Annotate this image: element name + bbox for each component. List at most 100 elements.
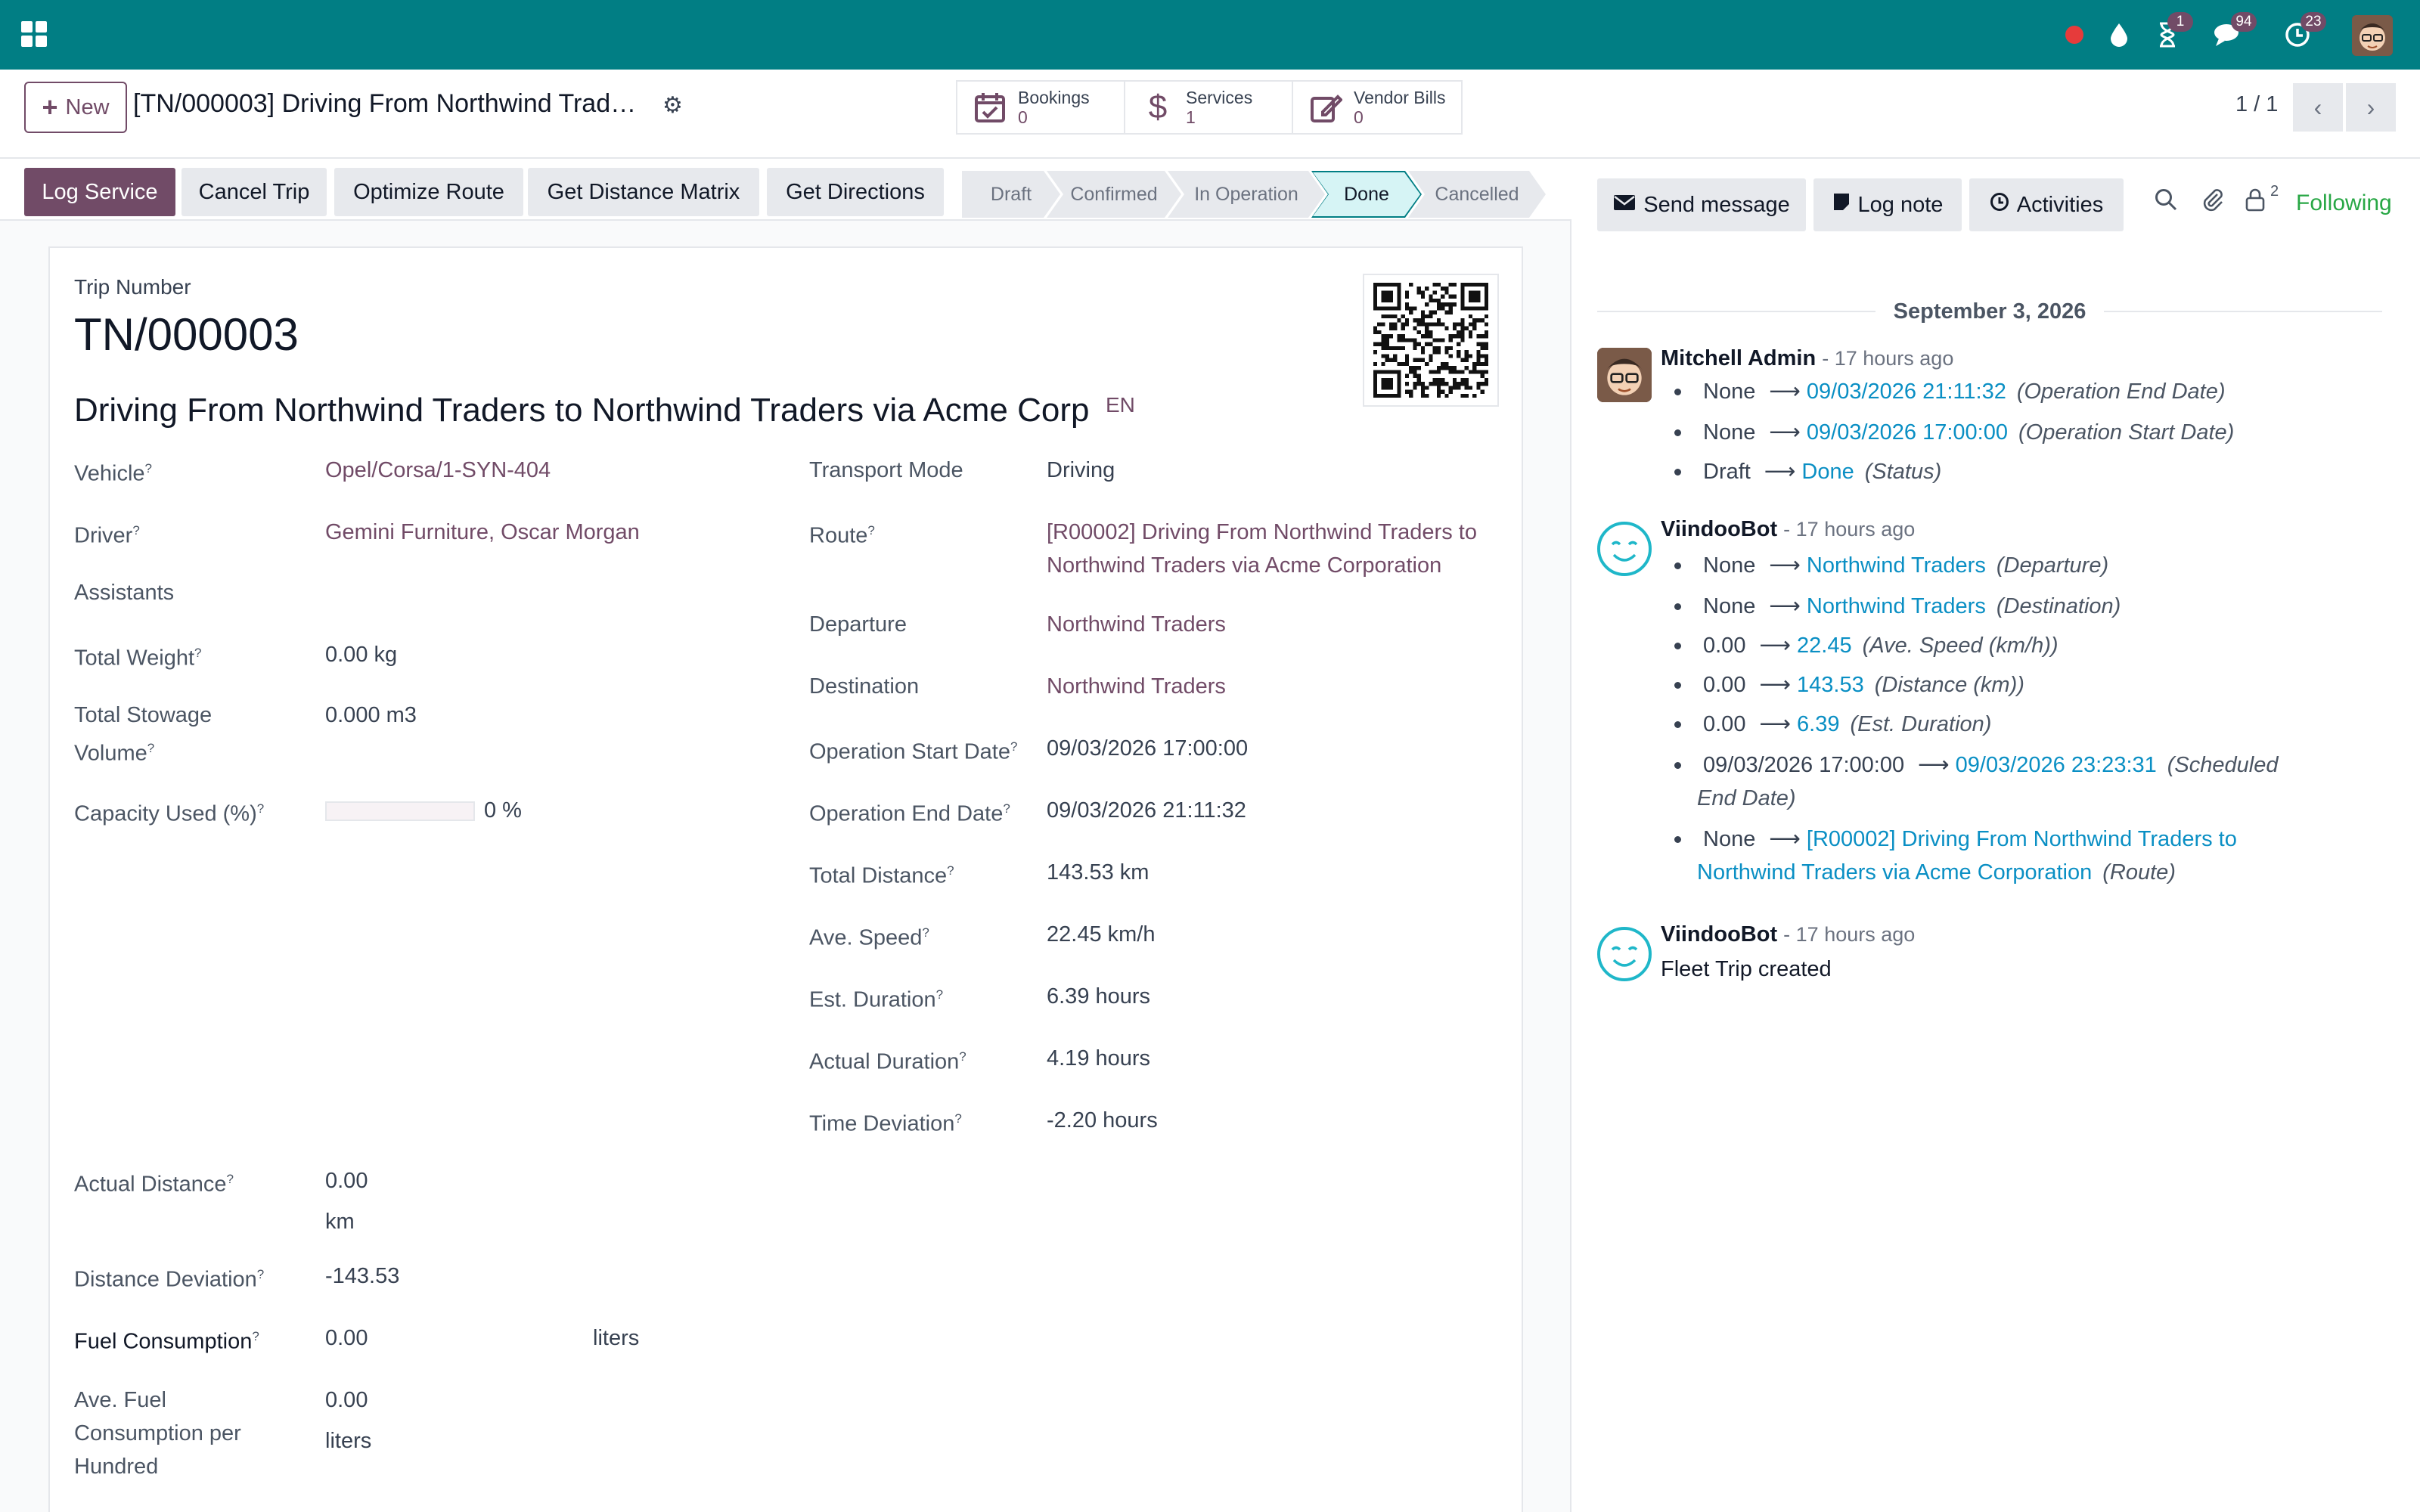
stage-draft[interactable]: Draft — [962, 171, 1060, 218]
route-field[interactable]: [R00002] Driving From Northwind Traders … — [1047, 516, 1477, 582]
bookings-count: 0 — [1018, 107, 1028, 127]
date-separator-label: September 3, 2026 — [1893, 299, 2086, 324]
driver-field[interactable]: Gemini Furniture, Oscar Morgan — [325, 516, 640, 549]
activities-label: Activities — [2016, 192, 2104, 217]
stage-in-operation[interactable]: In Operation — [1168, 171, 1325, 218]
operation-start-date-field[interactable]: 09/03/2026 17:00:00 — [1047, 732, 1248, 765]
activity-badge: 1 — [2167, 12, 2193, 32]
mitchell-admin-avatar[interactable] — [1597, 348, 1652, 402]
drop-icon[interactable] — [2104, 18, 2134, 51]
pager-previous-button[interactable]: ‹ — [2293, 83, 2343, 132]
smart-buttons: Bookings 0 $ Services 1 Vendor Bills 0 — [956, 80, 1463, 135]
total-stowage-field[interactable]: 0.000 m3 — [325, 699, 417, 732]
form-sheet: Trip Number TN/000003 Driving From North… — [48, 246, 1523, 1512]
fuel-consumption-field[interactable]: 0.00 — [325, 1321, 368, 1355]
cancel-trip-button[interactable]: Cancel Trip — [182, 168, 327, 216]
transport-mode-field[interactable]: Driving — [1047, 454, 1115, 487]
clock-icon — [1990, 192, 2009, 218]
statusbar: Log Service Cancel Trip Optimize Route G… — [0, 160, 1571, 221]
record-dot-icon[interactable] — [2063, 18, 2086, 51]
bookings-smart-button[interactable]: Bookings 0 — [957, 82, 1125, 133]
following-button[interactable]: Following — [2296, 191, 2392, 216]
operation-end-date-label: Operation End Date? — [809, 801, 1010, 826]
new-button[interactable]: + New — [24, 82, 127, 133]
trip-number[interactable]: TN/000003 — [74, 308, 299, 361]
actual-distance-label: Actual Distance? — [74, 1172, 234, 1197]
optimize-route-button[interactable]: Optimize Route — [334, 168, 523, 216]
get-distance-matrix-button[interactable]: Get Distance Matrix — [528, 168, 759, 216]
assistants-label: Assistants — [74, 581, 175, 605]
stage-cancelled[interactable]: Cancelled — [1408, 171, 1546, 218]
est-duration-label: Est. Duration? — [809, 987, 944, 1012]
total-distance-label: Total Distance? — [809, 863, 954, 888]
destination-label: Destination — [809, 674, 920, 699]
avg-fuel-consumption-label: Ave. Fuel Consumption per Hundred — [74, 1388, 241, 1479]
updates-clock-icon[interactable]: 23 — [2281, 12, 2326, 51]
log-note-button[interactable]: Log note — [1813, 178, 1962, 231]
total-distance-field: 143.53 km — [1047, 860, 1150, 885]
tracking-value-row: None ⟶ Northwind Traders (Destination) — [1674, 590, 2121, 623]
activity-hourglass-icon[interactable]: 1 — [2151, 12, 2193, 51]
get-directions-button[interactable]: Get Directions — [767, 168, 944, 216]
bookings-label: Bookings — [1018, 88, 1090, 107]
log-service-button[interactable]: Log Service — [24, 168, 175, 216]
avg-speed-label: Ave. Speed? — [809, 925, 929, 950]
gear-icon[interactable]: ⚙ — [662, 92, 683, 119]
vendor-bills-smart-button[interactable]: Vendor Bills 0 — [1293, 82, 1461, 133]
tracking-value-row: None ⟶ [R00002] Driving From Northwind Tra… — [1674, 823, 2237, 856]
search-icon[interactable] — [2154, 187, 2178, 218]
message-body: Fleet Trip created — [1661, 957, 1832, 981]
tracking-value-row: 0.00 ⟶ 143.53 (Distance (km)) — [1674, 668, 2024, 702]
stage-done[interactable]: Done — [1311, 171, 1422, 218]
send-message-label: Send message — [1643, 192, 1790, 217]
send-message-button[interactable]: Send message — [1597, 178, 1806, 231]
assistants-field[interactable] — [325, 576, 552, 609]
vendor-bills-count: 0 — [1354, 107, 1364, 127]
followers-count: 2 — [2270, 183, 2279, 200]
messages-badge: 94 — [2231, 12, 2257, 32]
activities-button[interactable]: Activities — [1969, 178, 2124, 231]
capacity-used-label: Capacity Used (%)? — [74, 801, 265, 826]
user-avatar[interactable] — [2352, 15, 2393, 56]
paperclip-icon[interactable] — [2201, 187, 2225, 219]
language-tag[interactable]: EN — [1106, 393, 1135, 417]
services-count: 1 — [1186, 107, 1196, 127]
tracking-value-row: 0.00 ⟶ 6.39 (Est. Duration) — [1674, 708, 1991, 741]
chevron-left-icon: ‹ — [2313, 93, 2322, 121]
trip-name-field[interactable]: Driving From Northwind Traders to Northw… — [74, 392, 1095, 429]
avg-fuel-consumption-field: 0.00 — [325, 1388, 368, 1412]
departure-label: Departure — [809, 612, 907, 637]
tracking-value-row: None ⟶ 09/03/2026 21:11:32 (Operation End D… — [1674, 375, 2226, 408]
stage-confirmed[interactable]: Confirmed — [1047, 171, 1181, 218]
control-panel: + New [TN/000003] Driving From Northwind… — [0, 70, 2420, 159]
departure-field[interactable]: Northwind Traders — [1047, 608, 1226, 641]
vendor-bills-label: Vendor Bills — [1354, 88, 1446, 107]
capacity-used-value: 0 % — [484, 798, 522, 823]
viindoobot-avatar[interactable] — [1596, 520, 1653, 578]
capacity-progress-bar — [325, 801, 475, 821]
followers-lock-icon[interactable] — [2245, 187, 2266, 218]
avg-fuel-consumption-unit: liters — [325, 1429, 372, 1453]
pager-next-button[interactable]: › — [2346, 83, 2396, 132]
operation-end-date-field[interactable]: 09/03/2026 21:11:32 — [1047, 794, 1246, 827]
est-duration-field: 6.39 hours — [1047, 984, 1151, 1009]
total-weight-field[interactable]: 0.00 kg — [325, 638, 397, 671]
actual-distance-field[interactable]: 0.00 — [325, 1164, 368, 1198]
fuel-consumption-label: Fuel Consumption? — [74, 1329, 259, 1354]
destination-field[interactable]: Northwind Traders — [1047, 670, 1226, 703]
actual-duration-label: Actual Duration? — [809, 1049, 966, 1074]
messages-icon[interactable]: 94 — [2211, 12, 2257, 51]
top-navbar: 1 94 23 — [0, 0, 2420, 70]
viindoobot-avatar[interactable] — [1596, 925, 1653, 983]
plus-icon: + — [42, 91, 58, 122]
app-grid-icon[interactable] — [21, 21, 48, 48]
actual-distance-unit: km — [325, 1210, 355, 1234]
message-author: ViindooBot - 17 hours ago — [1661, 517, 1916, 541]
distance-deviation-label: Distance Deviation? — [74, 1267, 265, 1292]
services-smart-button[interactable]: $ Services 1 — [1125, 82, 1293, 133]
note-icon — [1832, 192, 1851, 218]
calendar-check-icon — [973, 90, 1007, 125]
chatter-panel: Send message Log note Activities 2 Follo… — [1573, 160, 2420, 1512]
vehicle-field[interactable]: Opel/Corsa/1-SYN-404 — [325, 454, 551, 487]
updates-badge: 23 — [2301, 12, 2326, 32]
